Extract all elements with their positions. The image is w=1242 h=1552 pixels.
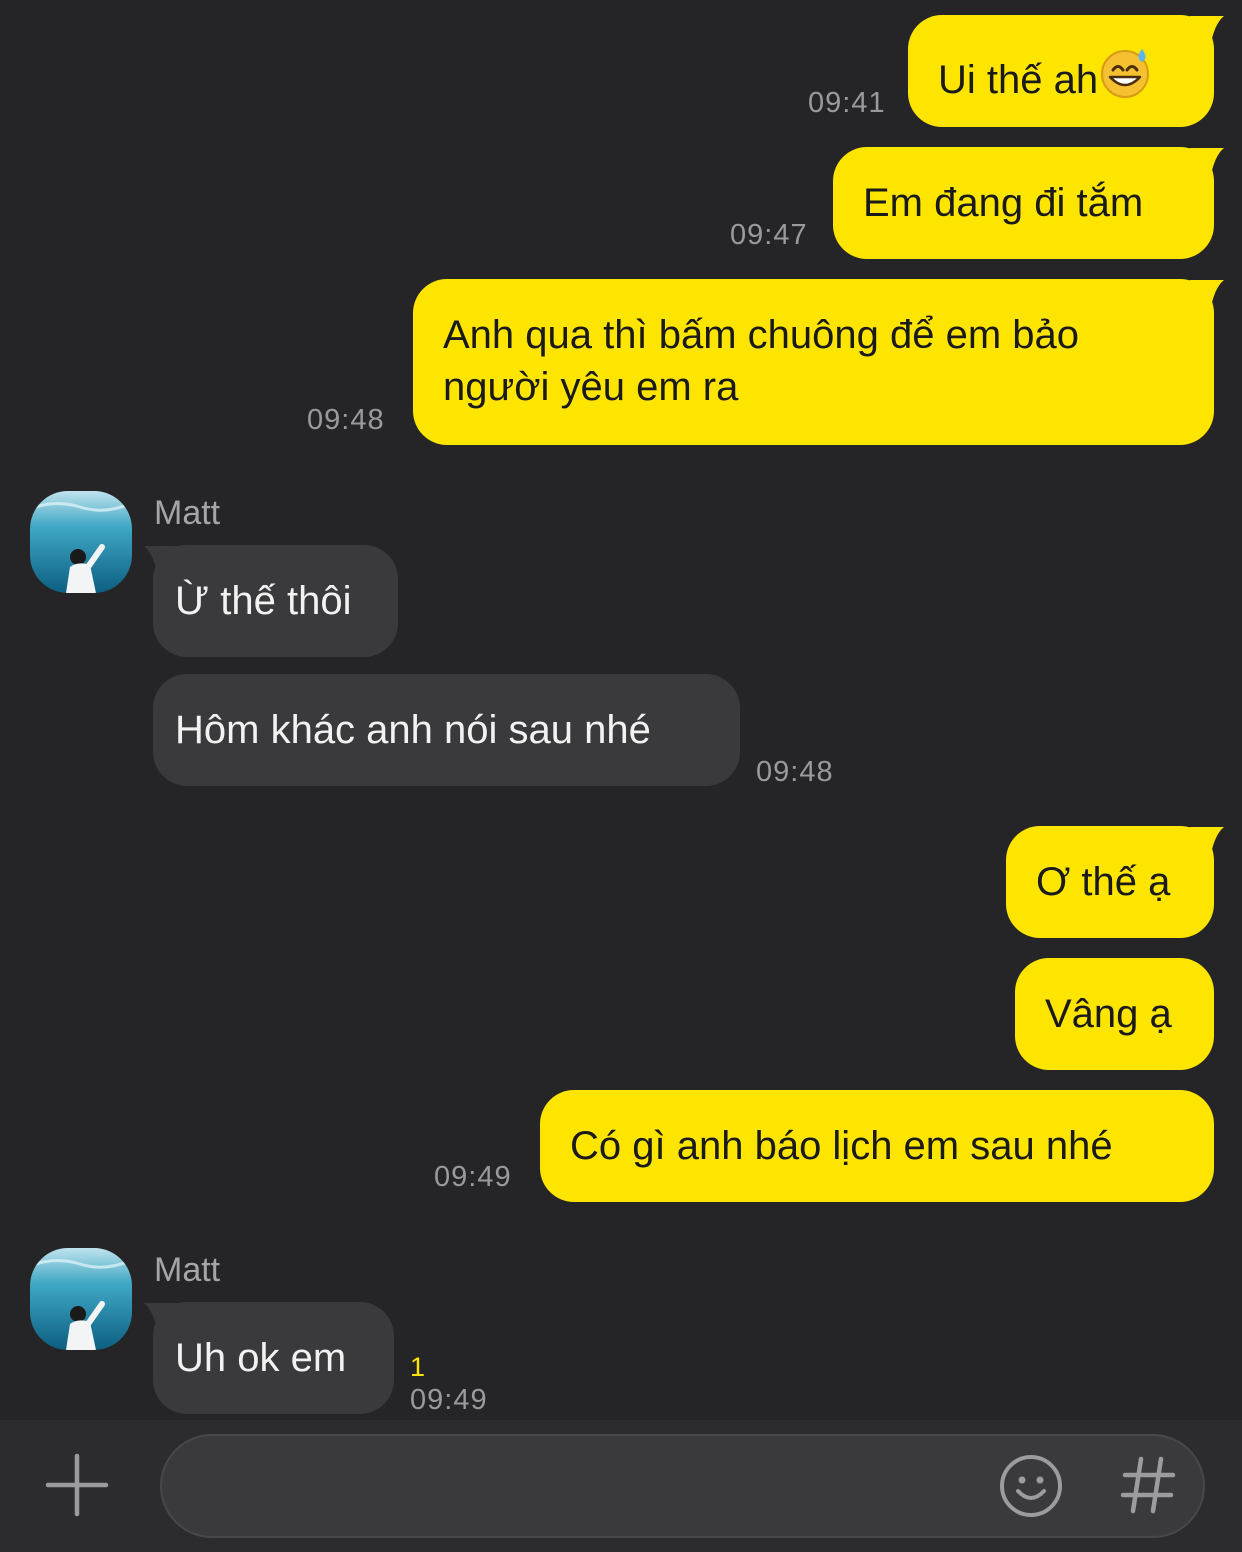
avatar[interactable] — [30, 491, 132, 593]
message-timestamp: 09:48 — [756, 756, 834, 788]
my-message-bubble[interactable]: Vâng ạ — [1015, 958, 1214, 1070]
my-message-bubble[interactable]: Ui thế ah — [908, 15, 1214, 127]
message-timestamp: 09:47 — [730, 219, 808, 251]
sender-name: Matt — [154, 494, 221, 532]
avatar[interactable] — [30, 1248, 132, 1350]
their-message-bubble[interactable]: Ừ thế thôi — [153, 545, 398, 657]
their-message-bubble[interactable]: Uh ok em — [153, 1302, 394, 1414]
their-message-bubble[interactable]: Hôm khác anh nói sau nhé — [153, 674, 740, 786]
sender-name: Matt — [154, 1251, 221, 1289]
message-timestamp: 09:41 — [808, 87, 886, 119]
message-timestamp: 09:48 — [307, 404, 385, 436]
unread-count: 1 — [410, 1352, 426, 1382]
hash-icon[interactable] — [1117, 1453, 1179, 1515]
my-message-bubble[interactable]: Anh qua thì bấm chuông để em bảo người y… — [413, 279, 1214, 445]
bubble-tail — [1190, 280, 1224, 312]
profile-photo — [30, 491, 132, 593]
message-text: Có gì anh báo lịch em sau nhé — [570, 1124, 1113, 1168]
bubble-tail — [1190, 827, 1224, 859]
plus-icon[interactable] — [44, 1452, 110, 1518]
message-text: Anh qua thì bấm chuông để em bảo người y… — [443, 313, 1080, 409]
sweat-smile-emoji-icon — [1101, 49, 1150, 98]
my-message-bubble[interactable]: Em đang đi tắm — [833, 147, 1214, 259]
bubble-tail — [1190, 148, 1224, 180]
my-message-bubble[interactable]: Ơ thế ạ — [1006, 826, 1214, 938]
message-input-bar — [0, 1420, 1242, 1552]
my-message-bubble[interactable]: Có gì anh báo lịch em sau nhé — [540, 1090, 1214, 1202]
message-text: Ừ thế thôi — [175, 579, 352, 623]
profile-photo — [30, 1248, 132, 1350]
smiley-icon[interactable] — [998, 1453, 1064, 1519]
message-timestamp: 09:49 — [434, 1161, 512, 1193]
chat-area[interactable]: 09:41 Ui thế ah 09:47 Em đang đi tắm 09:… — [0, 0, 1242, 1420]
message-text: Vâng ạ — [1045, 992, 1172, 1036]
message-text: Em đang đi tắm — [863, 181, 1144, 225]
message-text: Hôm khác anh nói sau nhé — [175, 708, 651, 752]
message-text: Ơ thế ạ — [1036, 860, 1171, 904]
message-text: Ui thế ah — [938, 58, 1099, 102]
message-text: Uh ok em — [175, 1336, 347, 1380]
message-timestamp: 09:49 — [410, 1384, 488, 1416]
bubble-tail — [1190, 16, 1224, 48]
